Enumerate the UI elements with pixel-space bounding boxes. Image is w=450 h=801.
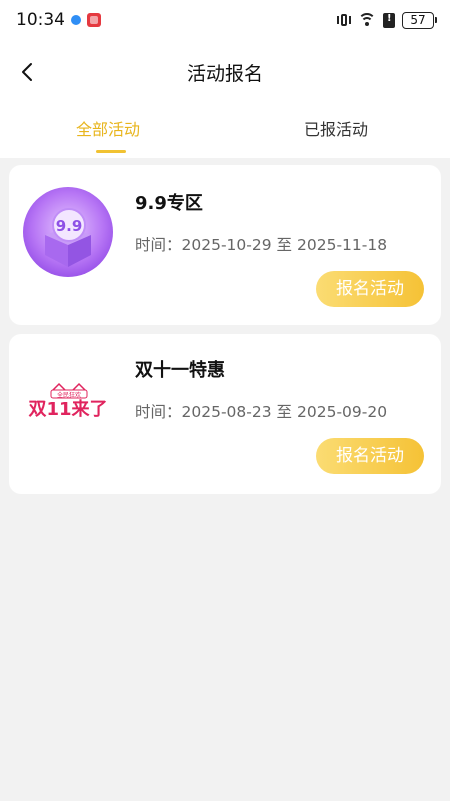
browser-notification-icon (71, 15, 81, 25)
page-title: 活动报名 (186, 63, 263, 85)
sim-alert-icon (383, 12, 395, 28)
status-bar: 10:34 57 (0, 0, 450, 40)
thumb-label: 9.9 (56, 217, 83, 235)
app-header: 活动报名 (0, 50, 450, 94)
wifi-icon (358, 13, 376, 27)
activity-name: 双十一特惠 (135, 360, 225, 381)
battery-icon: 57 (402, 11, 437, 29)
activity-tabs: 全部活动 已报活动 (0, 112, 450, 156)
active-tab-indicator (96, 150, 126, 153)
signup-button[interactable]: 报名活动 (316, 438, 424, 474)
purple-gift-box-icon: 9.9 (23, 187, 113, 277)
tab-joined-activities[interactable]: 已报活动 (304, 116, 368, 140)
activity-name: 9.9专区 (135, 193, 203, 214)
activity-time: 时间：2025-08-23 至 2025-09-20 (135, 403, 388, 421)
activity-card[interactable]: 9.9 9.9专区 时间：2025-10-29 至 2025-11-18 报名活… (9, 165, 441, 325)
vibrate-icon (337, 13, 351, 27)
activity-card[interactable]: 全民狂欢 双11来了 双十一特惠 时间：2025-08-23 至 2025-09… (9, 334, 441, 494)
app-notification-icon (87, 13, 101, 27)
status-time: 10:34 (16, 10, 65, 30)
signup-button[interactable]: 报名活动 (316, 271, 424, 307)
tab-all-activities[interactable]: 全部活动 (76, 116, 140, 140)
double-eleven-logo: 全民狂欢 双11来了 (23, 356, 113, 446)
svg-text:双11来了: 双11来了 (28, 399, 107, 420)
activity-time: 时间：2025-10-29 至 2025-11-18 (135, 236, 388, 254)
status-indicators: 57 (337, 11, 437, 29)
svg-text:全民狂欢: 全民狂欢 (57, 391, 81, 399)
